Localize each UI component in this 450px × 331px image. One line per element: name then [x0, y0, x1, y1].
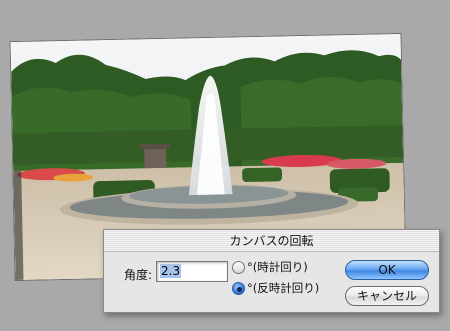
radio-clockwise-icon[interactable] [232, 260, 245, 274]
rotate-canvas-dialog: カンバスの回転 角度: 2.3 °(時計回り) °(反時計回り) OK キャンセ… [103, 229, 440, 313]
dialog-title: カンバスの回転 [104, 230, 439, 252]
radio-counterclockwise-label: °(反時計回り) [247, 281, 320, 295]
radio-clockwise-label: °(時計回り) [247, 260, 308, 274]
ok-button[interactable]: OK [345, 260, 429, 280]
radio-counterclockwise[interactable]: °(反時計回り) [232, 280, 319, 296]
radio-counterclockwise-icon[interactable] [232, 281, 245, 295]
radio-clockwise[interactable]: °(時計回り) [232, 259, 308, 275]
cancel-button[interactable]: キャンセル [345, 286, 429, 306]
dialog-body: 角度: 2.3 °(時計回り) °(反時計回り) OK キャンセル [104, 252, 439, 313]
angle-label: 角度: [124, 268, 153, 282]
angle-input[interactable]: 2.3 [156, 261, 228, 282]
angle-value: 2.3 [160, 264, 182, 278]
